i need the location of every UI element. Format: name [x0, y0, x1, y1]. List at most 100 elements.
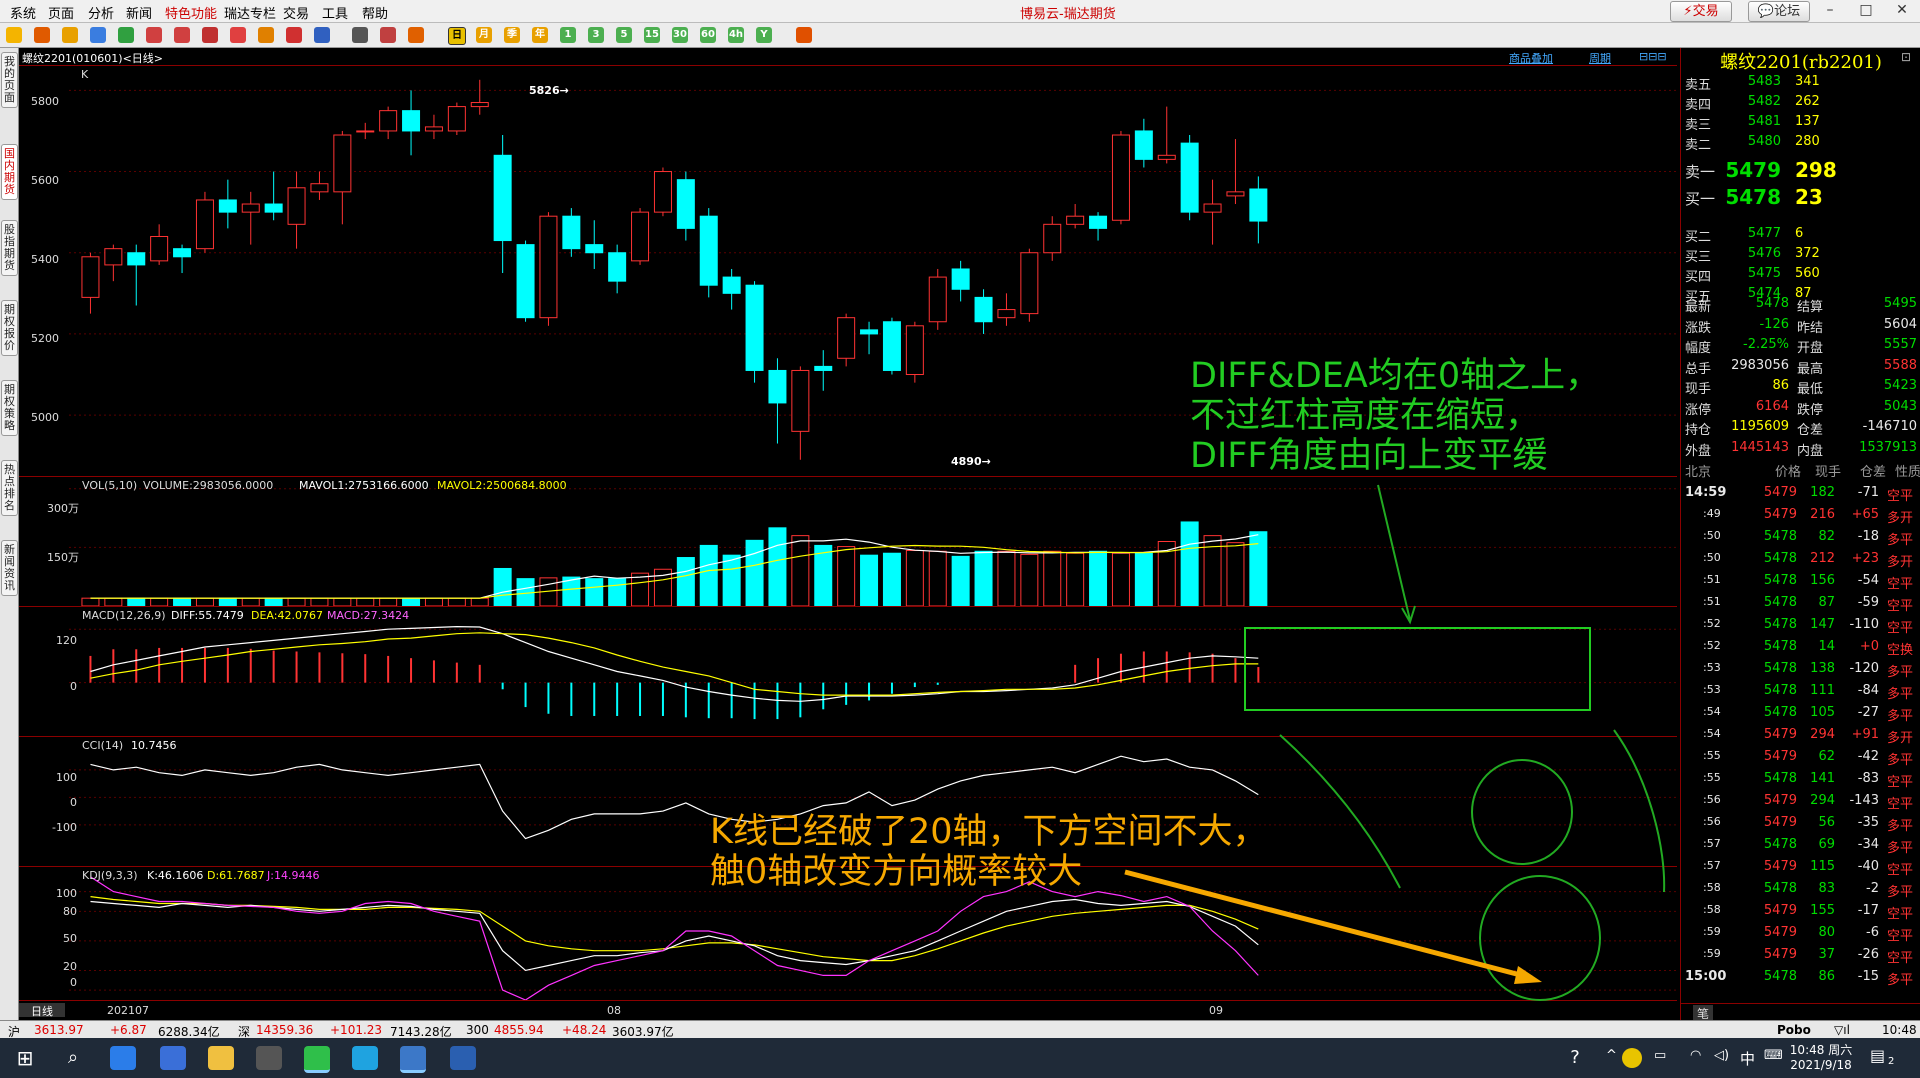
sidebar-tab-domestic-futures[interactable]: 国内期货: [1, 144, 18, 200]
tick-row[interactable]: :55 5478 141 -83 空平: [1681, 771, 1920, 791]
tick-row[interactable]: :55 5479 62 -42 多平: [1681, 749, 1920, 769]
table-icon[interactable]: [352, 27, 368, 43]
zoom-in-icon[interactable]: [146, 27, 162, 43]
menu-analysis[interactable]: 分析: [88, 3, 114, 22]
taskbar-date[interactable]: 2021/9/18: [1786, 1058, 1856, 1072]
windows-start-icon[interactable]: ⊞: [12, 1046, 38, 1070]
search-icon[interactable]: ⌕: [60, 1046, 86, 1070]
list-icon[interactable]: [90, 27, 106, 43]
period-4h-button[interactable]: 4h: [728, 27, 744, 43]
chart-icon[interactable]: [380, 27, 396, 43]
tick-row[interactable]: :50 5478 212 +23 多开: [1681, 551, 1920, 571]
tick-row[interactable]: :58 5479 155 -17 空平: [1681, 903, 1920, 923]
period-30m-button[interactable]: 30: [672, 27, 688, 43]
tick-row[interactable]: :57 5479 115 -40 空平: [1681, 859, 1920, 879]
ask-row[interactable]: 卖四 5482 262: [1681, 94, 1920, 114]
sidebar-tab-hot-ranking[interactable]: 热点排名: [1, 460, 18, 516]
taskbar-time[interactable]: 10:48 周六: [1786, 1041, 1856, 1058]
home-icon[interactable]: [34, 27, 50, 43]
sidebar-tab-option-quotes[interactable]: 期权报价: [1, 300, 18, 356]
volume-chart[interactable]: [19, 477, 1677, 606]
period-3m-button[interactable]: 3: [588, 27, 604, 43]
menu-help[interactable]: 帮助: [362, 3, 388, 22]
keyboard-icon[interactable]: ⌨: [1764, 1048, 1783, 1063]
settings-icon[interactable]: [796, 27, 812, 43]
back-icon[interactable]: [6, 27, 22, 43]
tick-row[interactable]: :51 5478 87 -59 空平: [1681, 595, 1920, 615]
tick-row[interactable]: :54 5478 105 -27 多平: [1681, 705, 1920, 725]
edge-icon[interactable]: [352, 1046, 378, 1070]
browser-icon[interactable]: [160, 1046, 186, 1070]
period-year-button[interactable]: 年: [532, 27, 548, 43]
menu-system[interactable]: 系统: [10, 3, 36, 22]
volume-pane[interactable]: VOL(5,10) VOLUME:2983056.0000 MAVOL1:275…: [19, 477, 1677, 607]
help-icon[interactable]: ?: [1562, 1046, 1588, 1070]
tick-row[interactable]: :59 5479 80 -6 空平: [1681, 925, 1920, 945]
tick-row[interactable]: :56 5479 294 -143 空平: [1681, 793, 1920, 813]
tick-row[interactable]: :49 5479 216 +65 多开: [1681, 507, 1920, 527]
pen-icon[interactable]: [230, 27, 246, 43]
window-icon[interactable]: [202, 27, 218, 43]
menu-news[interactable]: 新闻: [126, 3, 152, 22]
period-60m-button[interactable]: 60: [700, 27, 716, 43]
tick-row[interactable]: :52 5478 147 -110 空平: [1681, 617, 1920, 637]
wechat-icon[interactable]: [304, 1046, 330, 1073]
ask-row[interactable]: 卖一 5479 298: [1681, 158, 1920, 182]
menu-page[interactable]: 页面: [48, 3, 74, 22]
macd-chart[interactable]: [19, 607, 1677, 736]
sidebar-tab-option-strategy[interactable]: 期权策略: [1, 380, 18, 436]
menu-tools[interactable]: 工具: [322, 3, 348, 22]
file-explorer-icon[interactable]: [208, 1046, 234, 1070]
wifi-icon[interactable]: ◠: [1690, 1048, 1701, 1063]
expand-icon[interactable]: ⊡: [1901, 50, 1911, 64]
notification-icon[interactable]: ▤: [1870, 1046, 1885, 1065]
tick-row[interactable]: 15:00 5478 86 -15 多平: [1681, 969, 1920, 989]
bid-row[interactable]: 买四 5475 560: [1681, 266, 1920, 286]
macd-pane[interactable]: MACD(12,26,9) DIFF:55.7479 DEA:42.0767 M…: [19, 607, 1677, 737]
sidebar-tab-my-page[interactable]: 我的页面: [1, 52, 18, 108]
menu-features[interactable]: 特色功能: [165, 3, 217, 22]
paint-icon[interactable]: [258, 27, 274, 43]
ime-indicator[interactable]: 中: [1740, 1048, 1755, 1069]
minimize-icon[interactable]: –: [1812, 0, 1848, 21]
period-15m-button[interactable]: 15: [644, 27, 660, 43]
bid-row[interactable]: 买三 5476 372: [1681, 246, 1920, 266]
period-day-button[interactable]: 日: [448, 27, 466, 45]
bid-row[interactable]: 买一 5478 23: [1681, 185, 1920, 209]
tick-row[interactable]: :52 5478 14 +0 空换: [1681, 639, 1920, 659]
folder-icon[interactable]: [62, 27, 78, 43]
ask-row[interactable]: 卖二 5480 280: [1681, 134, 1920, 154]
tray-app-icon[interactable]: [1622, 1048, 1642, 1068]
period-tab-day[interactable]: 日线: [19, 1003, 65, 1018]
tick-row[interactable]: :53 5478 111 -84 多平: [1681, 683, 1920, 703]
tick-row[interactable]: :54 5479 294 +91 多开: [1681, 727, 1920, 747]
trade-button[interactable]: ⚡交易: [1670, 1, 1732, 22]
trading-app-icon[interactable]: [400, 1046, 426, 1073]
filter-icon[interactable]: [286, 27, 302, 43]
tick-row[interactable]: :56 5479 56 -35 多平: [1681, 815, 1920, 835]
pen-app-icon[interactable]: [256, 1046, 282, 1070]
period-quarter-button[interactable]: 季: [504, 27, 520, 43]
tick-row[interactable]: :58 5478 83 -2 多平: [1681, 881, 1920, 901]
refresh-icon[interactable]: [118, 27, 134, 43]
volume-icon[interactable]: ◁): [1714, 1048, 1729, 1063]
maximize-icon[interactable]: □: [1848, 0, 1884, 21]
menu-trade[interactable]: 交易: [283, 3, 309, 22]
menu-column[interactable]: 瑞达专栏: [224, 3, 276, 22]
tick-row[interactable]: :59 5479 37 -26 空平: [1681, 947, 1920, 967]
period-month-button[interactable]: 月: [476, 27, 492, 43]
tick-row[interactable]: 14:59 5479 182 -71 空平: [1681, 485, 1920, 505]
sidebar-tab-index-futures[interactable]: 股指期货: [1, 220, 18, 276]
sidebar-tab-news[interactable]: 新闻资讯: [1, 540, 18, 596]
period-custom-button[interactable]: Y: [756, 27, 772, 43]
ask-row[interactable]: 卖五 5483 341: [1681, 74, 1920, 94]
overlay-link[interactable]: 商品叠加: [1509, 50, 1553, 66]
ask-row[interactable]: 卖三 5481 137: [1681, 114, 1920, 134]
bid-row[interactable]: 买二 5477 6: [1681, 226, 1920, 246]
tick-row[interactable]: :50 5478 82 -18 多平: [1681, 529, 1920, 549]
calc-icon[interactable]: [408, 27, 424, 43]
notes-app-icon[interactable]: [450, 1046, 476, 1070]
layout-icon[interactable]: ⊟⊟⊟: [1639, 50, 1667, 63]
taskview-icon[interactable]: [110, 1046, 136, 1070]
indicator-icon[interactable]: [314, 27, 330, 43]
